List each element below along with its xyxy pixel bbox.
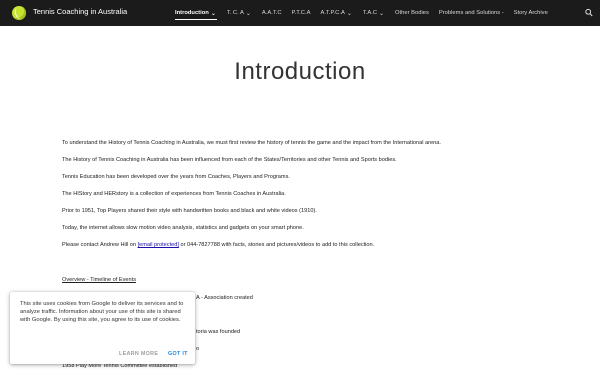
nav-item-label: T.A.C: [362, 10, 378, 16]
nav-item-ptca[interactable]: P.T.C.A: [292, 0, 311, 26]
got-it-button[interactable]: GOT IT: [168, 351, 188, 357]
timeline-entry: o: [196, 346, 200, 352]
chevron-down-icon[interactable]: ⌄: [347, 10, 353, 17]
tennis-ball-logo-icon[interactable]: [12, 6, 26, 20]
nav-item-tac[interactable]: T.A.C ⌄: [363, 0, 385, 26]
paragraph: The History of Tennis Coaching in Austra…: [62, 157, 397, 163]
site-title[interactable]: Tennis Coaching in Australia: [33, 7, 127, 16]
paragraph: Prior to 1951, Top Players shared their …: [62, 208, 317, 214]
paragraph: The HIStory and HERstory is a collection…: [62, 191, 286, 197]
overview-timeline-link[interactable]: Overview - Timeline of Events: [62, 277, 136, 283]
nav-item-other-bodies[interactable]: Other Bodies: [395, 0, 429, 26]
nav-item-introduction[interactable]: Introduction ⌄: [175, 0, 217, 26]
nav-item-label: Problems and Solutions -: [438, 10, 504, 16]
paragraph: To understand the History of Tennis Coac…: [62, 140, 441, 146]
learn-more-button[interactable]: LEARN MORE: [119, 351, 158, 357]
page-title: Introduction: [234, 58, 366, 85]
nav-menu: Introduction ⌄ T. C. A ⌄ A.A.T.C P.T.C.A…: [175, 0, 558, 26]
nav-item-story-archive[interactable]: Story Archive: [514, 0, 548, 26]
email-link[interactable]: [email protected]: [138, 242, 179, 248]
contact-paragraph: Please contact Andrew Hill on [email pro…: [62, 242, 562, 259]
paragraph: Today, the internet allows slow motion v…: [62, 225, 304, 231]
nav-item-aatc[interactable]: A.A.T.C: [262, 0, 282, 26]
chevron-down-icon[interactable]: ⌄: [246, 10, 252, 17]
cookie-banner: This site uses cookies from Google to de…: [10, 292, 195, 364]
nav-item-tca[interactable]: T. C. A ⌄: [227, 0, 252, 26]
timeline-entry: toria was founded: [196, 329, 241, 335]
contact-text-before: Please contact Andrew Hill on: [62, 242, 138, 248]
nav-item-label: Other Bodies: [395, 10, 429, 16]
intro-content: To understand the History of Tennis Coac…: [62, 140, 562, 259]
chevron-down-icon[interactable]: ⌄: [211, 10, 217, 17]
contact-text-after: or 044-7827788 with facts, stories and p…: [178, 242, 375, 248]
nav-item-label: T. C. A: [226, 10, 244, 16]
nav-item-label: A.A.T.C: [261, 10, 282, 16]
chevron-down-icon[interactable]: ⌄: [379, 10, 385, 17]
nav-item-label: P.T.C.A: [291, 10, 311, 16]
nav-item-label: Introduction: [175, 10, 209, 16]
nav-item-atpca[interactable]: A.T.P.C.A ⌄: [320, 0, 352, 26]
nav-item-problems-and-solutions[interactable]: Problems and Solutions -: [439, 0, 504, 26]
top-navbar: Tennis Coaching in Australia Introductio…: [0, 0, 600, 26]
search-icon[interactable]: [585, 8, 593, 18]
nav-item-label: Story Archive: [513, 10, 548, 16]
paragraph: Tennis Education has been developed over…: [62, 174, 290, 180]
timeline-entry: A - Association created: [196, 295, 253, 301]
nav-item-label: A.T.P.C.A: [320, 10, 345, 16]
cookie-message: This site uses cookies from Google to de…: [20, 301, 184, 323]
